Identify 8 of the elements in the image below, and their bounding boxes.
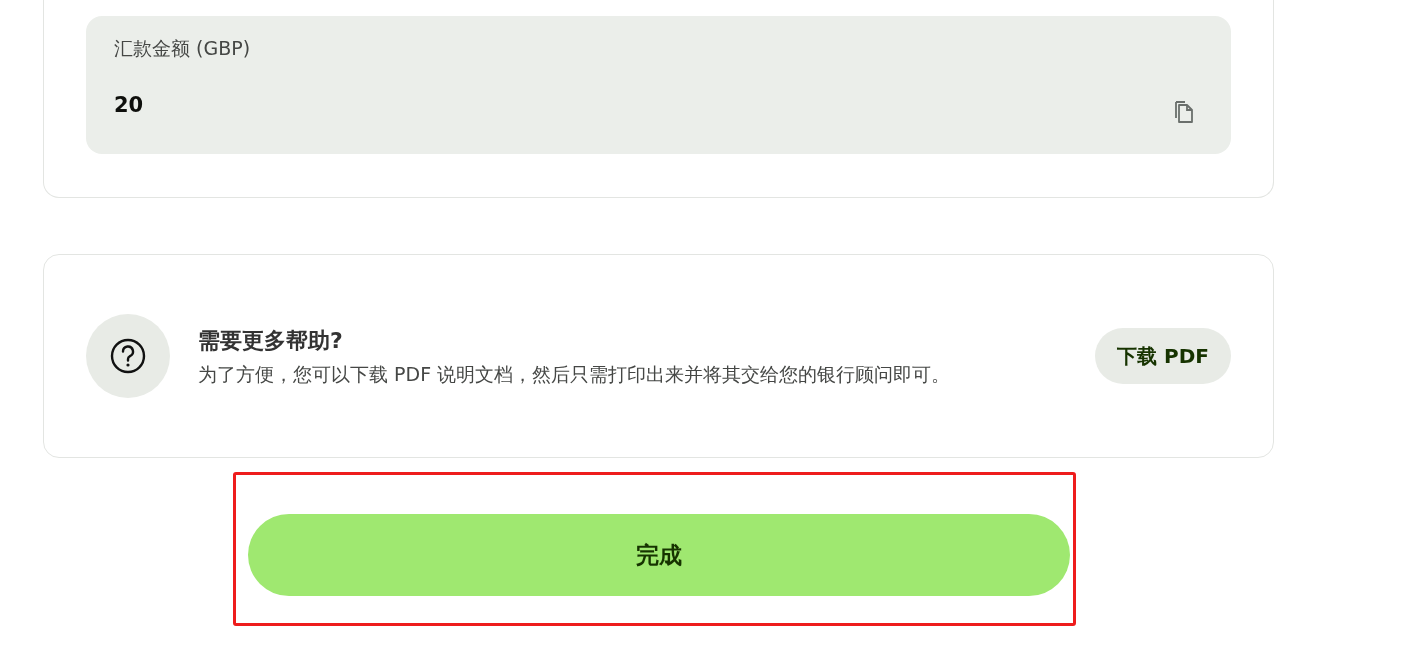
help-icon bbox=[86, 314, 170, 398]
copy-icon[interactable] bbox=[1173, 100, 1195, 124]
download-pdf-button[interactable]: 下载 PDF bbox=[1095, 328, 1231, 384]
field-label: 汇款金额 (GBP) bbox=[114, 36, 252, 61]
help-title: 需要更多帮助? bbox=[198, 327, 344, 355]
field-value: 20 bbox=[114, 93, 144, 117]
done-button[interactable]: 完成 bbox=[248, 514, 1070, 596]
help-description: 为了方便，您可以下载 PDF 说明文档，然后只需打印出来并将其交给您的银行顾问即可。 bbox=[198, 362, 952, 387]
